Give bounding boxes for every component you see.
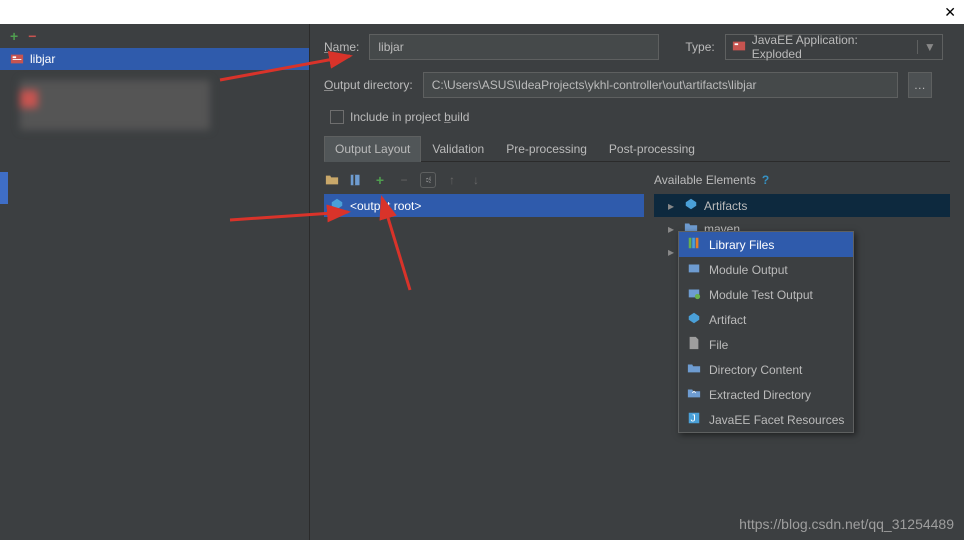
menu-module-test-output[interactable]: Module Test Output xyxy=(679,282,853,307)
menu-item-label: Module Test Output xyxy=(709,288,813,302)
name-label: Name: xyxy=(324,40,359,54)
add-copy-icon[interactable]: + xyxy=(372,172,388,188)
menu-item-label: Artifact xyxy=(709,313,746,327)
artifact-settings-panel: Name: Type: JavaEE Application: Exploded… xyxy=(310,24,964,540)
expander-icon[interactable]: ▸ xyxy=(668,222,678,236)
name-row: Name: Type: JavaEE Application: Exploded… xyxy=(324,34,950,60)
type-value: JavaEE Application: Exploded xyxy=(752,33,911,61)
output-layout-panel: + − AZ ↑ ↓ <output root> xyxy=(324,166,644,263)
folder-icon xyxy=(330,197,344,214)
remove-icon[interactable]: − xyxy=(396,172,412,188)
menu-item-label: Library Files xyxy=(709,238,774,252)
menu-item-label: File xyxy=(709,338,728,352)
move-up-icon[interactable]: ↑ xyxy=(444,172,460,188)
artifact-list-toolbar: + − xyxy=(0,24,309,48)
menu-item-label: Module Output xyxy=(709,263,788,277)
layout-toolbar: + − AZ ↑ ↓ xyxy=(324,166,644,194)
svg-text:J: J xyxy=(691,413,696,425)
tab-output-layout[interactable]: Output Layout xyxy=(324,136,421,162)
available-elements-header: Available Elements ? xyxy=(654,166,950,194)
artifacts-list-panel: + − libjar xyxy=(0,24,310,540)
help-icon[interactable]: ? xyxy=(762,173,769,187)
type-label: Type: xyxy=(685,40,714,54)
tree-item-label: Artifacts xyxy=(704,199,747,213)
layout-area: + − AZ ↑ ↓ <output root> Avail xyxy=(324,166,950,263)
extracted-folder-icon xyxy=(687,386,701,403)
move-down-icon[interactable]: ↓ xyxy=(468,172,484,188)
menu-directory-content[interactable]: Directory Content xyxy=(679,357,853,382)
tab-post-processing[interactable]: Post-processing xyxy=(598,136,706,161)
menu-extracted-directory[interactable]: Extracted Directory xyxy=(679,382,853,407)
expander-icon[interactable]: ▸ xyxy=(668,199,678,213)
menu-artifact[interactable]: Artifact xyxy=(679,307,853,332)
menu-javaee-facet[interactable]: J JavaEE Facet Resources xyxy=(679,407,853,432)
include-build-row[interactable]: Include in project build xyxy=(330,110,950,124)
left-gutter-highlight xyxy=(0,172,8,204)
webapp-icon xyxy=(732,39,746,56)
add-copy-dropdown: Library Files Module Output Module Test … xyxy=(678,231,854,433)
browse-button[interactable]: … xyxy=(908,72,932,98)
svg-text:Z: Z xyxy=(429,178,431,183)
title-bar: ✕ xyxy=(0,0,964,24)
javaee-icon: J xyxy=(687,411,701,428)
watermark: https://blog.csdn.net/qq_31254489 xyxy=(739,516,954,532)
new-folder-icon[interactable] xyxy=(324,172,340,188)
new-archive-icon[interactable] xyxy=(348,172,364,188)
close-icon[interactable]: ✕ xyxy=(944,4,956,21)
expander-icon[interactable]: ▸ xyxy=(668,245,678,259)
remove-artifact-icon[interactable]: − xyxy=(28,28,36,44)
webapp-icon xyxy=(10,52,24,66)
artifact-list-item[interactable]: libjar xyxy=(0,48,309,70)
tree-item-artifacts[interactable]: ▸ Artifacts xyxy=(654,194,950,217)
type-dropdown[interactable]: JavaEE Application: Exploded ▼ xyxy=(725,34,943,60)
menu-module-output[interactable]: Module Output xyxy=(679,257,853,282)
artifact-list-item-label: libjar xyxy=(30,52,55,66)
menu-library-files[interactable]: Library Files xyxy=(679,232,853,257)
sort-icon[interactable]: AZ xyxy=(420,172,436,188)
output-dir-label: Output directory: xyxy=(324,78,413,92)
file-icon xyxy=(687,336,701,353)
tab-pre-processing[interactable]: Pre-processing xyxy=(495,136,598,161)
menu-item-label: JavaEE Facet Resources xyxy=(709,413,844,427)
module-icon xyxy=(687,261,701,278)
library-icon xyxy=(687,236,701,253)
menu-item-label: Extracted Directory xyxy=(709,388,811,402)
ellipsis-icon: … xyxy=(914,78,926,92)
menu-file[interactable]: File xyxy=(679,332,853,357)
output-root-item[interactable]: <output root> xyxy=(324,194,644,217)
output-root-label: <output root> xyxy=(350,199,421,213)
include-build-label: Include in project build xyxy=(350,110,469,124)
settings-tabs: Output Layout Validation Pre-processing … xyxy=(324,136,950,162)
output-dir-row: Output directory: … xyxy=(324,72,950,98)
add-artifact-icon[interactable]: + xyxy=(10,28,18,44)
chevron-down-icon: ▼ xyxy=(917,40,936,54)
available-elements-label: Available Elements xyxy=(654,173,756,187)
folder-icon xyxy=(687,361,701,378)
artifact-icon xyxy=(687,311,701,328)
tab-validation[interactable]: Validation xyxy=(421,136,495,161)
output-dir-input[interactable] xyxy=(423,72,898,98)
artifacts-icon xyxy=(684,197,698,214)
main-container: + − libjar Name: Type: JavaEE Applicatio… xyxy=(0,24,964,540)
blurred-content xyxy=(20,80,210,130)
module-test-icon xyxy=(687,286,701,303)
name-input[interactable] xyxy=(369,34,659,60)
include-build-checkbox[interactable] xyxy=(330,110,344,124)
menu-item-label: Directory Content xyxy=(709,363,802,377)
